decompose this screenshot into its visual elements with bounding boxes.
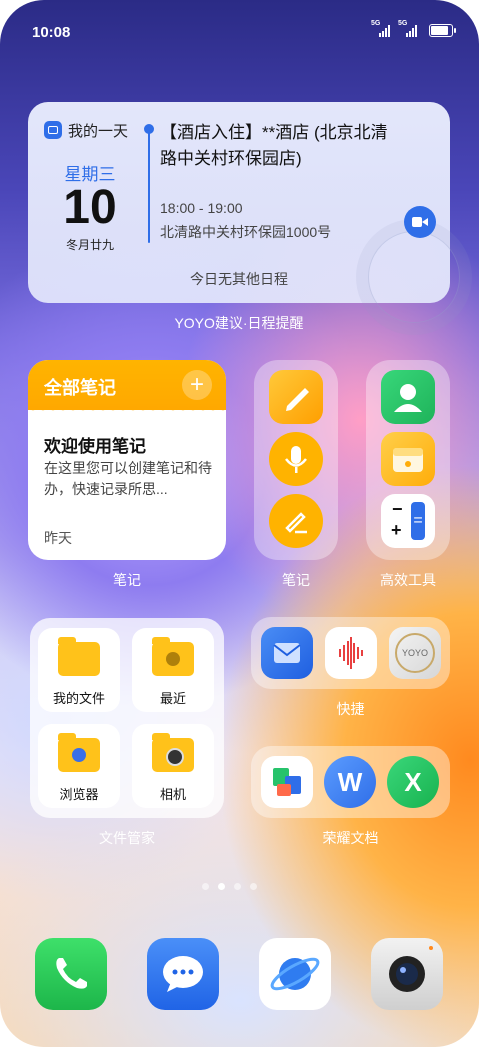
paper-edge [28,406,226,414]
event-title[interactable]: 【酒店入住】**酒店 (北京北清路中关村环保园店) [160,120,400,172]
folder-icon [58,637,100,676]
lunar-date: 冬月廿九 [65,238,114,252]
calc-equals: = [411,502,425,540]
file-manager-widget: 我的文件 最近 浏览器 相机 [30,618,224,818]
tile-label: 浏览器 [59,787,99,802]
page-dot[interactable] [202,883,209,890]
page-dot[interactable] [234,883,241,890]
page-indicator[interactable] [202,883,257,890]
docs-app-icon[interactable] [261,756,313,808]
video-call-icon[interactable] [404,206,436,238]
excel-icon[interactable]: X [387,756,439,808]
my-files-tile[interactable]: 我的文件 [38,628,120,712]
page-dot-active[interactable] [218,883,225,890]
quick-widget: YOYO [251,617,450,689]
timeline-dot [144,124,154,134]
calendar-app-name: 我的一天 [68,123,129,140]
word-icon[interactable]: W [324,756,376,808]
phone-icon[interactable] [35,938,107,1010]
notes-widget[interactable]: 全部笔记 + 欢迎使用笔记 在这里您可以创建笔记和待办，快速记录所思... 昨天 [28,360,226,560]
camera-icon [166,748,184,766]
tile-label: 相机 [159,787,186,802]
recent-tile[interactable]: 最近 [132,628,214,712]
signal-icon: 5G [371,20,390,37]
network-type-label: 5G [371,19,381,27]
battery-icon [429,24,456,37]
add-note-button[interactable]: + [182,370,212,400]
mail-icon[interactable] [261,627,313,679]
honor-docs-widget: W X [251,746,450,818]
signal-icon-2: 5G [398,20,417,37]
calendar-widget[interactable]: 我的一天 星期三 10 冬月廿九 【酒店入住】**酒店 (北京北清路中关村环保园… [28,102,460,323]
yoyo-assistant-icon[interactable]: YOYO [389,627,441,679]
quick-widget-label: 快捷 [336,701,365,717]
page-dot[interactable] [250,883,257,890]
network-type-label-2: 5G [398,19,408,27]
tools-widget: − + = [366,360,450,560]
home-screen: 10:08 5G 5G 我的一天 星期三 10 冬月廿九 【酒店入住】**酒店 … [0,0,479,1047]
status-icons: 5G 5G [371,20,456,37]
browser-folder-icon [58,733,100,772]
calc-minus: − [392,499,403,519]
contacts-icon[interactable] [381,370,435,424]
recent-folder-icon [152,637,194,676]
day-number: 10 [63,181,117,234]
camera-app-icon[interactable] [371,938,443,1010]
browser-icon [72,748,86,762]
camera-tile[interactable]: 相机 [132,724,214,808]
calculator-icon[interactable]: − + = [381,494,435,548]
notes-widget-label: 笔记 [113,572,141,588]
status-bar: 10:08 5G 5G [32,20,456,44]
calc-plus: + [391,520,402,540]
tile-label: 我的文件 [52,691,105,706]
new-note-icon[interactable] [269,370,323,424]
event-time: 18:00 - 19:00 [160,200,243,216]
notes-shortcuts-widget [254,360,338,560]
notes-header: 全部笔记 + [28,360,226,410]
voice-note-icon[interactable] [269,432,323,486]
tools-widget-label: 高效工具 [380,572,436,588]
camera-folder-icon [152,733,194,772]
status-time: 10:08 [32,24,71,41]
file-manager-label: 文件管家 [99,830,155,846]
tile-label: 最近 [159,691,186,706]
messages-icon[interactable] [147,938,219,1010]
handwrite-note-icon[interactable] [269,494,323,548]
note-title: 欢迎使用笔记 [44,437,146,456]
no-more-events: 今日无其他日程 [190,271,288,287]
calendar-icon [44,121,62,139]
browser-tile[interactable]: 浏览器 [38,724,120,808]
notes-header-title: 全部笔记 [44,378,116,398]
note-date: 昨天 [44,530,72,546]
timeline-bar [148,128,150,243]
notes-shortcuts-label: 笔记 [282,572,310,588]
event-place: 北清路中关村环保园1000号 [160,224,332,240]
note-preview: 在这里您可以创建笔记和待办，快速记录所思... [44,460,212,497]
yoyo-label: YOYO [395,633,435,673]
honor-docs-label: 荣耀文档 [322,830,379,846]
calendar-widget-label: YOYO建议·日程提醒 [174,315,304,331]
wallet-icon[interactable] [381,432,435,486]
clock-icon [166,652,180,666]
browser-app-icon[interactable] [259,938,331,1010]
voice-recorder-icon[interactable] [325,627,377,679]
